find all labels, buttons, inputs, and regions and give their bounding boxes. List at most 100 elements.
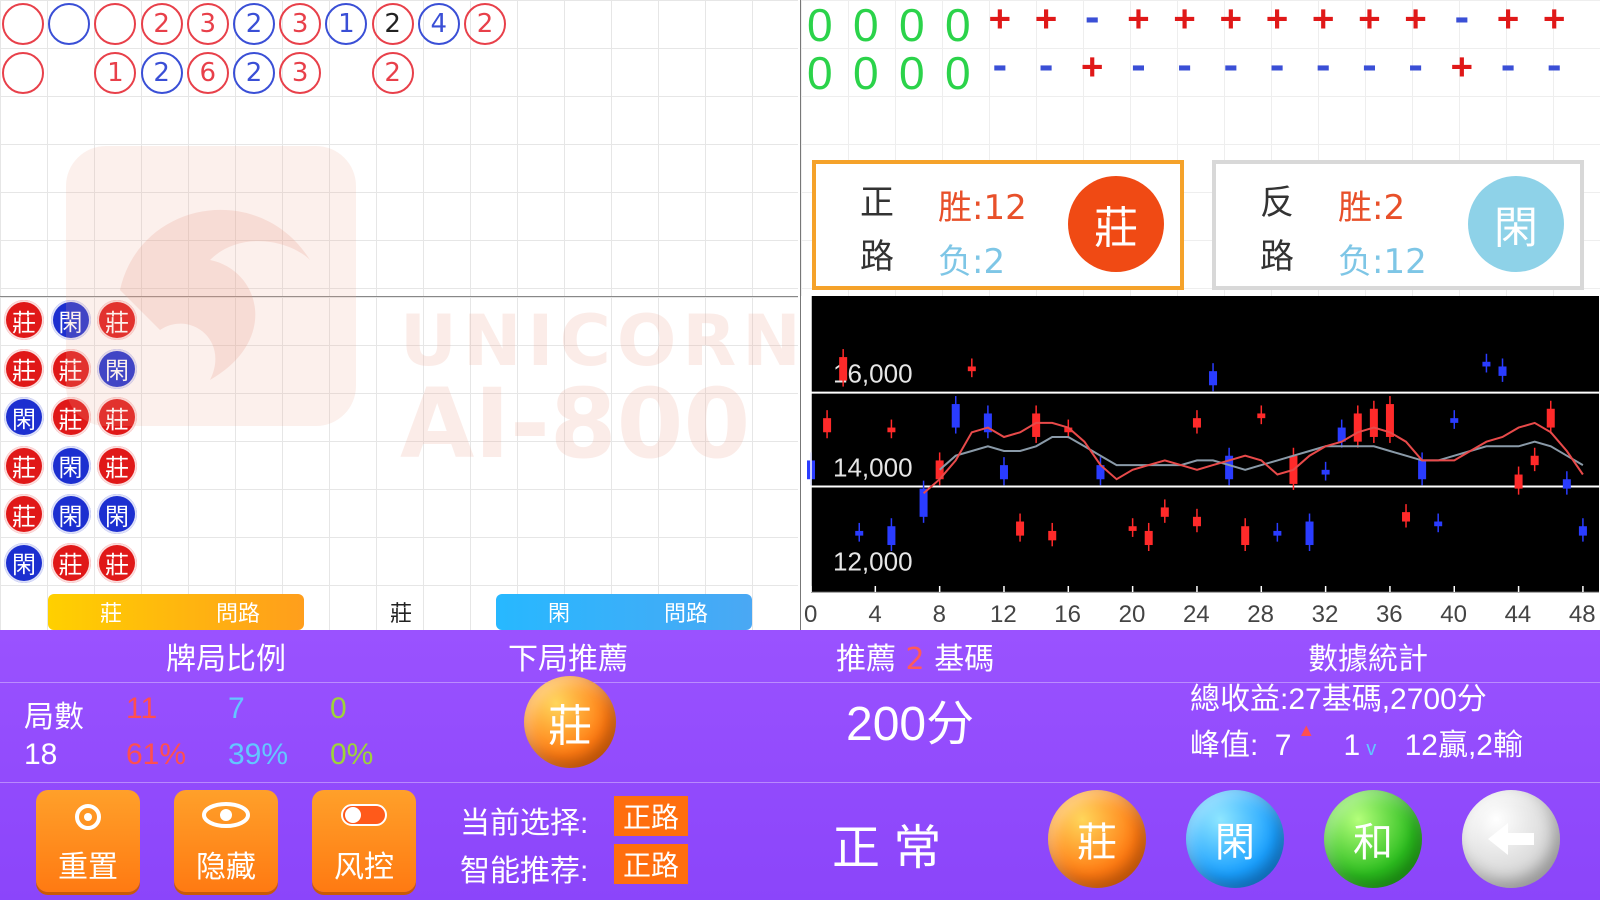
plus-mark: + <box>1312 0 1335 39</box>
candlestick-chart: 16,00014,00012,0000 4 8 12 16 20 24 28 32 36 40 44 4… <box>801 296 1600 630</box>
x-tick-label: 32 <box>1312 601 1339 628</box>
big-road-chip: 莊 <box>4 300 44 340</box>
ask-player-button[interactable]: 閑 問路 <box>496 594 752 630</box>
candle-body <box>1546 408 1555 428</box>
minus-mark: - <box>1173 46 1196 87</box>
negative-road-name: 反 路 <box>1260 183 1294 277</box>
trend-chart: 16,000 14,000 12,000 0 4 8 12 16 20 24 28 32 36 40 44 4… <box>800 296 1600 630</box>
big-road-chip: 莊 <box>50 542 91 583</box>
candle-body <box>1016 521 1025 536</box>
stats-title: 數據統計 <box>1308 642 1428 677</box>
banker-count: 11 <box>126 692 158 725</box>
zero-mark: 0 <box>899 47 925 99</box>
big-road-chip: 閑 <box>97 494 137 534</box>
bet-banker-button[interactable]: 莊 <box>1048 790 1146 888</box>
bet-amount: 200分 <box>846 698 975 751</box>
candle-body <box>1482 361 1491 367</box>
minus-mark: - <box>1035 46 1057 87</box>
candle-body <box>1498 366 1507 376</box>
tie-pct: 0% <box>330 738 374 771</box>
total-rounds: 18 <box>24 738 58 771</box>
bead-ring: 2 <box>140 52 183 94</box>
big-road-chip: 閑 <box>50 300 91 340</box>
negative-road-losses: 负:12 <box>1338 242 1427 282</box>
candle-body <box>1257 413 1266 419</box>
plus-mark: + <box>1266 0 1288 39</box>
candle-body <box>1450 418 1459 423</box>
positive-road-losses: 负:2 <box>938 242 1006 282</box>
risk-control-button[interactable]: 风控 <box>312 790 416 892</box>
zero-mark: 0 <box>853 47 879 99</box>
zero-mark: 0 <box>807 0 833 51</box>
back-button[interactable] <box>1462 790 1560 888</box>
next-round-ball: 莊 <box>524 676 616 768</box>
big-road-chip: 閑 <box>50 445 91 486</box>
reset-button[interactable]: 重置 <box>36 790 140 892</box>
smart-recommend-label: 智能推荐: <box>460 855 589 888</box>
candle-body <box>839 357 848 381</box>
banker-pct: 61% <box>126 738 187 771</box>
x-tick-label: 24 <box>1183 601 1210 628</box>
bead-ring: 2 <box>233 52 275 94</box>
big-road: 莊莊閑莊莊閑閑莊莊閑閑莊莊閑莊莊閑莊 <box>0 296 798 630</box>
plus-mark: + <box>989 0 1011 39</box>
peak-stats: 峰值: 7 ▲ 1v 12贏,2輸 <box>1190 720 1523 762</box>
bead-ring: 3 <box>186 3 229 45</box>
big-road-chip: 莊 <box>4 494 44 534</box>
x-tick-label: 20 <box>1119 601 1146 628</box>
ask-road-indicator: 莊 <box>390 602 413 627</box>
minus-mark: - <box>1312 46 1335 87</box>
minus-mark: - <box>1266 46 1288 87</box>
status-text: 正 常 <box>832 822 942 875</box>
bet-tie-button[interactable]: 和 <box>1324 790 1422 888</box>
candle-body <box>887 526 896 546</box>
smart-recommend-tag[interactable]: 正路 <box>614 844 688 884</box>
bead-ring: 3 <box>279 3 322 45</box>
refresh-icon <box>75 804 101 830</box>
candle-body <box>1048 530 1057 541</box>
bet-player-button[interactable]: 閑 <box>1186 790 1284 888</box>
bead-ring: 4 <box>417 3 460 45</box>
player-pct: 39% <box>228 738 289 771</box>
minus-mark: - <box>1451 0 1473 39</box>
minus-mark: - <box>1404 46 1427 87</box>
zero-mark: 0 <box>853 0 879 51</box>
candle-body <box>1530 455 1539 466</box>
hide-button[interactable]: 隐藏 <box>174 790 278 892</box>
bead-ring <box>2 3 44 45</box>
negative-road-card: 反 路 胜:2 负:12 閑 <box>1212 160 1584 290</box>
bead-ring: 2 <box>140 3 183 45</box>
positive-road-name: 正 路 <box>860 183 894 277</box>
x-tick-label: 28 <box>1247 601 1274 628</box>
big-road-chip: 莊 <box>50 348 91 389</box>
plus-mark: + <box>1220 0 1242 39</box>
candle-body <box>967 366 976 372</box>
plus-mark: + <box>1404 0 1427 39</box>
bead-ring: 1 <box>94 52 137 94</box>
candle-body <box>1434 521 1443 527</box>
negative-road-wins: 胜:2 <box>1338 188 1406 228</box>
eye-icon <box>202 802 250 828</box>
positive-road-badge: 莊 <box>1068 176 1164 272</box>
ask-banker-button[interactable]: 莊 問路 <box>48 594 304 630</box>
rounds-label: 局數 <box>24 701 84 734</box>
big-road-chip: 閑 <box>50 494 91 534</box>
x-tick-label: 4 <box>868 601 881 628</box>
candle-body <box>1128 526 1137 531</box>
candle-body <box>1209 371 1218 386</box>
tie-count: 0 <box>330 692 347 725</box>
candle-body <box>1241 526 1250 546</box>
current-choice-tag[interactable]: 正路 <box>614 796 688 836</box>
zero-mark: 0 <box>945 47 971 99</box>
x-tick-label: 8 <box>933 601 946 628</box>
y-tick-label: 14,000 <box>833 453 913 483</box>
candle-body <box>1192 418 1201 428</box>
x-tick-label: 0 <box>804 601 817 628</box>
y-tick-label: 12,000 <box>833 547 913 577</box>
candle-body <box>1273 530 1282 536</box>
candle-body <box>951 404 960 428</box>
minus-mark: - <box>1127 46 1150 87</box>
bead-ring: 2 <box>371 52 414 94</box>
minus-mark: - <box>1081 0 1104 39</box>
candle-body <box>1353 413 1362 442</box>
